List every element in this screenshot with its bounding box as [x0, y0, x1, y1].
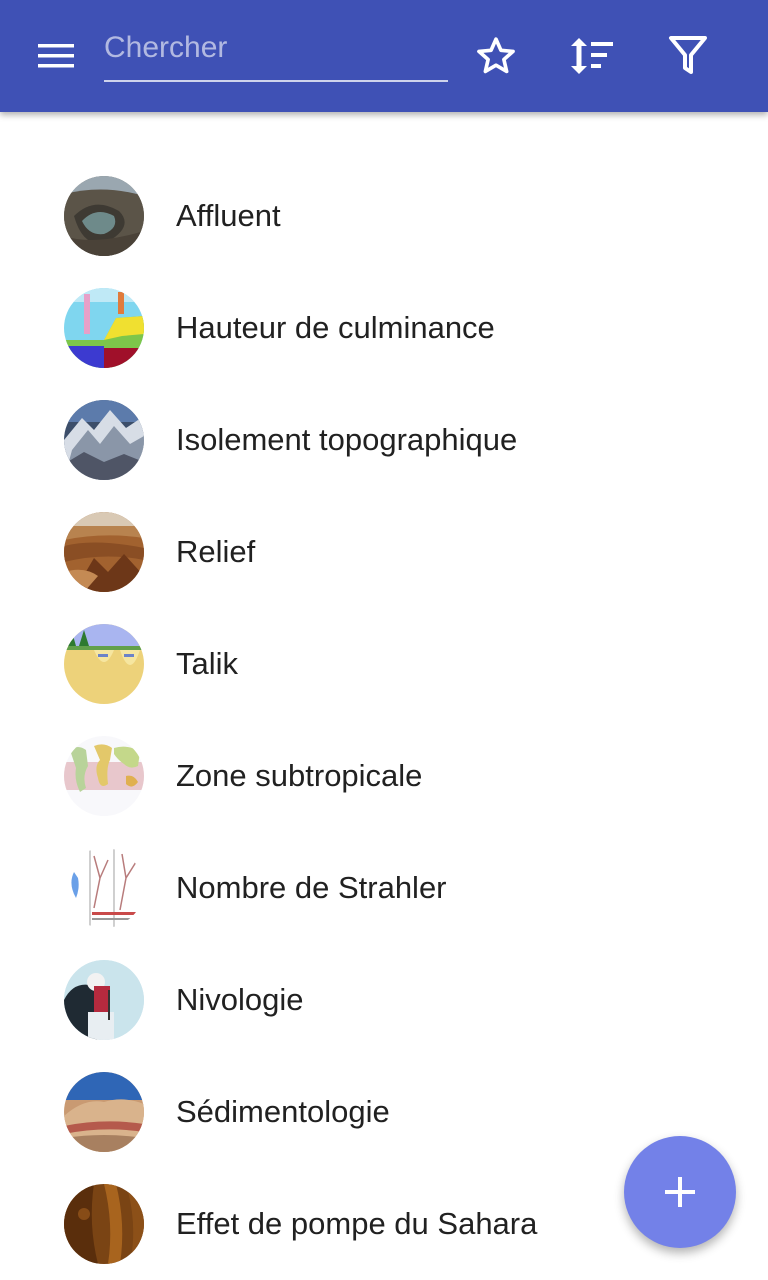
amber-rock-thumbnail: [64, 1184, 144, 1264]
list-item[interactable]: Nivologie: [0, 944, 768, 1056]
add-button[interactable]: [624, 1136, 736, 1248]
stream-order-diagram-thumbnail: [64, 848, 144, 928]
favorites-button[interactable]: [468, 28, 524, 84]
snow-researcher-thumbnail: [64, 960, 144, 1040]
item-label: Sédimentologie: [176, 1094, 390, 1129]
list-item[interactable]: Hauteur de culminance: [0, 272, 768, 384]
search-field: [104, 22, 448, 82]
item-label: Effet de pompe du Sahara: [176, 1206, 538, 1241]
canyon-river-thumbnail: [64, 176, 144, 256]
search-input[interactable]: [104, 28, 444, 68]
item-label: Zone subtropicale: [176, 758, 423, 793]
app-bar: [0, 0, 768, 112]
list-item[interactable]: Affluent: [0, 160, 768, 272]
snowy-mountains-thumbnail: [64, 400, 144, 480]
sediment-cliff-thumbnail: [64, 1072, 144, 1152]
item-label: Relief: [176, 534, 256, 569]
world-map-thumbnail: [64, 736, 144, 816]
list-item[interactable]: Talik: [0, 608, 768, 720]
list-item[interactable]: Relief: [0, 496, 768, 608]
item-label: Hauteur de culminance: [176, 310, 495, 345]
canyon-thumbnail: [64, 512, 144, 592]
filter-icon: [669, 36, 707, 74]
permafrost-diagram-thumbnail: [64, 624, 144, 704]
filter-button[interactable]: [660, 28, 716, 84]
hamburger-menu-icon: [38, 44, 74, 68]
item-label: Talik: [176, 646, 239, 681]
list-item[interactable]: Isolement topographique: [0, 384, 768, 496]
item-label: Nivologie: [176, 982, 304, 1017]
item-label: Isolement topographique: [176, 422, 518, 457]
sort-icon: [571, 38, 613, 74]
star-outline-icon: [477, 37, 515, 74]
list-item[interactable]: Nombre de Strahler: [0, 832, 768, 944]
article-list: Affluent Hauteur de culminance Isolement…: [0, 160, 768, 1280]
plus-icon: [665, 1177, 695, 1207]
item-label: Nombre de Strahler: [176, 870, 447, 905]
sort-button[interactable]: [563, 28, 619, 84]
hamburger-menu-button[interactable]: [26, 26, 86, 86]
item-label: Affluent: [176, 198, 281, 233]
list-item[interactable]: Zone subtropicale: [0, 720, 768, 832]
topographic-diagram-thumbnail: [64, 288, 144, 368]
